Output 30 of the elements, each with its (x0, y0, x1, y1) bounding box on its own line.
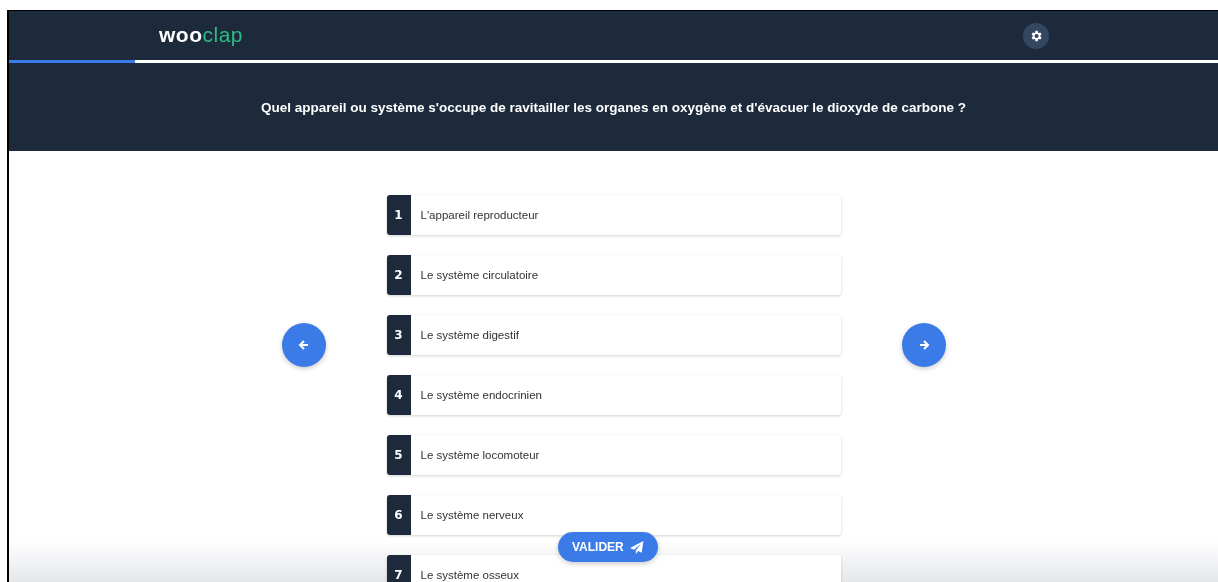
logo: wooclap (159, 23, 244, 47)
option-number: 3 (386, 315, 411, 355)
option-number: 6 (386, 495, 411, 535)
option-number: 4 (386, 375, 411, 415)
next-button[interactable] (901, 323, 946, 367)
paper-plane-icon (629, 540, 644, 554)
option-label: Le système osseux (420, 569, 519, 581)
submit-button[interactable]: VALIDER (558, 532, 658, 562)
option-label: L'appareil reproducteur (420, 209, 539, 221)
answer-option[interactable]: 2 Le système circulatoire (386, 255, 841, 295)
right-arrow-icon (917, 339, 930, 351)
answer-option[interactable]: 6 Le système nerveux (386, 495, 841, 535)
option-number: 2 (386, 255, 411, 295)
option-label: Le système nerveux (420, 509, 524, 521)
option-label: Le système endocrinien (420, 389, 542, 401)
option-number: 5 (386, 435, 411, 475)
answer-option[interactable]: 7 Le système osseux (386, 555, 841, 582)
answer-option[interactable]: 4 Le système endocrinien (386, 375, 841, 415)
option-label: Le système digestif (420, 329, 519, 341)
settings-icon[interactable] (1023, 23, 1049, 49)
previous-button[interactable] (281, 323, 326, 367)
answer-option[interactable]: 1 L'appareil reproducteur (386, 195, 841, 235)
option-number: 1 (386, 195, 411, 235)
option-label: Le système locomoteur (420, 449, 540, 461)
left-arrow-icon (297, 339, 310, 351)
option-label: Le système circulatoire (420, 269, 539, 281)
question-text: Quel appareil ou système s'occupe de ravitailler les organes en oxygène et d'évacuer le dioxyde de carbone ? (261, 99, 966, 115)
answer-option[interactable]: 5 Le système locomoteur (386, 435, 841, 475)
answer-option[interactable]: 3 Le système digestif (386, 315, 841, 355)
option-number: 7 (386, 555, 411, 582)
